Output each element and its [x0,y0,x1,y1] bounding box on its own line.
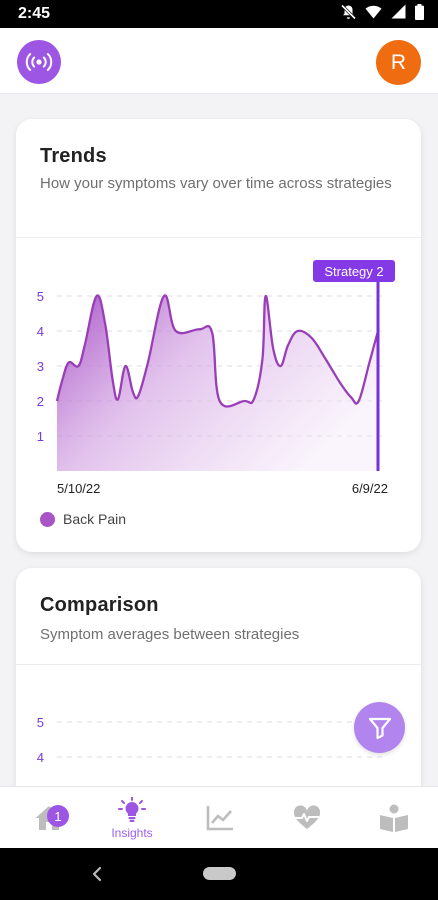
battery-icon [415,3,424,25]
notifications-off-icon [340,3,357,25]
nav-home[interactable]: 1 [18,787,80,849]
back-icon[interactable] [90,866,104,882]
nav-learn[interactable] [363,787,425,849]
filter-icon [368,717,391,739]
nav-insights-label: Insights [111,825,153,840]
app-logo[interactable] [17,40,61,84]
y-tick-label: 4 [37,750,44,765]
heartbeat-icon [293,805,321,829]
status-bar: 2:45 [0,0,438,28]
bottom-nav: 1 Insights [0,786,438,848]
app-header: R [0,28,438,94]
trends-chart[interactable]: 1 2 3 4 5 Strategy 2 5/10/22 6/9/22 [16,119,421,509]
signal-icon [391,4,406,24]
avatar[interactable]: R [376,40,421,85]
x-tick-label: 5/10/22 [57,481,100,496]
legend-label: Back Pain [63,511,127,527]
line-chart-icon [206,806,233,831]
notification-badge: 1 [47,805,69,827]
system-nav-bar [0,848,438,900]
x-tick-label: 6/9/22 [352,481,388,496]
trends-card: Trends How your symptoms vary over time … [16,119,421,552]
home-pill[interactable] [203,867,236,880]
y-tick-label: 2 [37,394,44,409]
chart-legend[interactable]: Back Pain [40,511,126,527]
y-tick-label: 4 [37,324,44,339]
wifi-icon [365,5,382,24]
y-tick-label: 5 [37,289,44,304]
strategy-marker-label[interactable]: Strategy 2 [313,260,395,282]
nav-health[interactable] [276,787,338,849]
broadcast-icon [25,53,53,71]
status-icons [340,3,424,25]
filter-button[interactable] [354,702,405,753]
y-tick-label: 5 [37,715,44,730]
y-tick-label: 1 [37,429,44,444]
nav-trends[interactable] [189,787,251,849]
status-time: 2:45 [18,5,51,22]
y-tick-label: 3 [37,359,44,374]
legend-dot [40,511,55,527]
strategy-marker-text: Strategy 2 [324,264,383,279]
nav-insights[interactable]: Insights [101,787,163,849]
book-reader-icon [380,804,408,832]
lightbulb-icon [118,796,146,822]
